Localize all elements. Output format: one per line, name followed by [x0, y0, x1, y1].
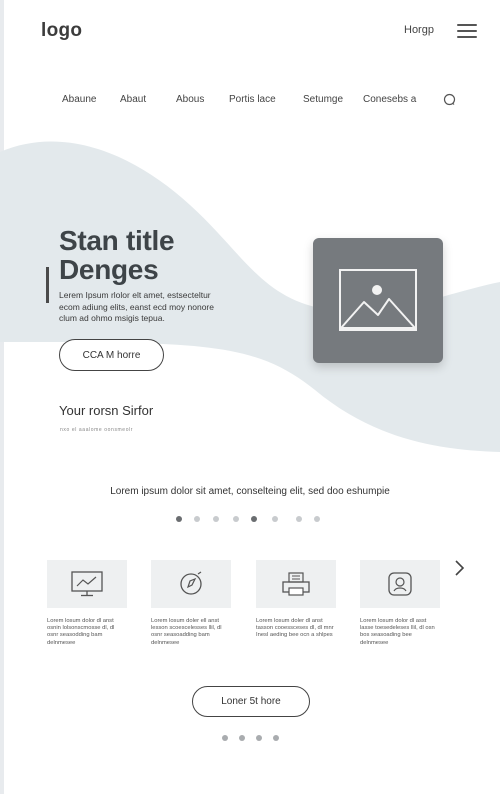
logo[interactable]: logo	[41, 20, 82, 42]
carousel-dot[interactable]	[272, 516, 278, 522]
chevron-right-icon[interactable]	[452, 559, 466, 577]
pagination-dot[interactable]	[222, 735, 228, 741]
hero-description: Lerem Ipsum rlolor elt amet, estsecteltu…	[59, 290, 214, 323]
hero-title: Stan title Denges	[59, 225, 175, 285]
carousel-dot[interactable]	[213, 516, 219, 522]
carousel-dots	[0, 516, 500, 524]
carousel-dot[interactable]	[233, 516, 239, 522]
pagination-dot[interactable]	[273, 735, 279, 741]
hero-image-placeholder	[313, 238, 443, 363]
load-more-button[interactable]: Loner 5t hore	[192, 686, 310, 717]
feature-card[interactable]: Lorem losum doler ell anst lesson scoesc…	[151, 560, 231, 647]
card-thumbnail	[360, 560, 440, 608]
image-placeholder-icon	[339, 269, 417, 331]
nav-item-1[interactable]: Abaune	[62, 94, 96, 105]
page-left-edge	[0, 0, 4, 794]
nav-item-6[interactable]: Conesebs a	[363, 94, 416, 105]
main-nav: Abaune Abaut Abous Portis lace Setumge C…	[0, 94, 500, 108]
monitor-chart-icon	[71, 571, 103, 597]
carousel-dot[interactable]	[251, 516, 257, 522]
carousel-dot[interactable]	[194, 516, 200, 522]
bottom-pagination-dots	[0, 735, 500, 743]
card-text: Lorem losum dolor dl anst osnin lolsonsc…	[47, 618, 115, 646]
printer-icon	[282, 572, 310, 596]
feature-card[interactable]: Lorem losum dolor dl asst lasse toesedel…	[360, 560, 440, 647]
compass-icon	[180, 571, 202, 595]
feature-card[interactable]: Lorem losum dolor dl anst osnin lolsonsc…	[47, 560, 127, 647]
pagination-dot[interactable]	[239, 735, 245, 741]
top-link[interactable]: Horgp	[404, 24, 434, 36]
section-heading: Your rorsn Sirfor	[59, 403, 154, 418]
hamburger-menu-icon[interactable]	[457, 24, 477, 38]
carousel-dot[interactable]	[296, 516, 302, 522]
nav-item-3[interactable]: Abous	[176, 94, 204, 105]
user-frame-icon	[388, 572, 412, 596]
card-text: Lorem losum doler ell anst lesson scoesc…	[151, 618, 222, 646]
search-icon[interactable]	[443, 93, 456, 106]
nav-item-2[interactable]: Abaut	[120, 94, 146, 105]
hero-title-line-1: Stan title	[59, 225, 175, 256]
tagline: Lorem ipsum dolor sit amet, conselteing …	[110, 486, 390, 497]
card-text: Lorem losum doler dl anst tasson cooessc…	[256, 618, 334, 639]
card-thumbnail	[151, 560, 231, 608]
card-thumbnail	[256, 560, 336, 608]
title-accent-bar	[46, 267, 49, 303]
hero-title-line-2: Denges	[59, 254, 159, 285]
feature-card[interactable]: Lorem losum doler dl anst tasson cooessc…	[256, 560, 336, 640]
hero-cta-button[interactable]: CCA M horre	[59, 339, 164, 371]
card-thumbnail	[47, 560, 127, 608]
hero-wave-background	[0, 141, 500, 452]
pagination-dot[interactable]	[256, 735, 262, 741]
carousel-dot[interactable]	[176, 516, 182, 522]
section-caption: nxo el aaalome oonsmeolr	[60, 427, 134, 433]
nav-item-4[interactable]: Portis lace	[229, 94, 276, 105]
carousel-dot[interactable]	[314, 516, 320, 522]
card-text: Lorem losum dolor dl asst lasse toesedel…	[360, 618, 435, 646]
nav-item-5[interactable]: Setumge	[303, 94, 343, 105]
